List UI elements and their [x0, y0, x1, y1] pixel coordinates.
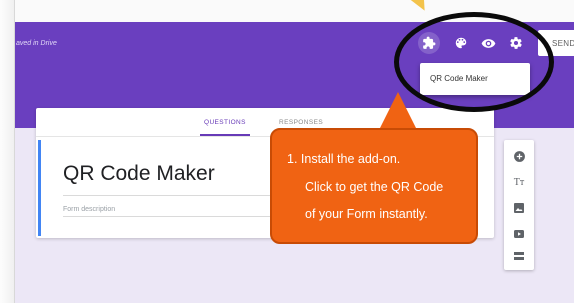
saved-status: aved in Drive: [16, 40, 57, 47]
tab-questions[interactable]: QUESTIONS: [204, 119, 246, 126]
addon-menu: QR Code Maker: [420, 63, 530, 95]
send-button[interactable]: SEND: [538, 30, 574, 56]
palette-icon[interactable]: [450, 32, 472, 54]
menu-item-qr-code-maker[interactable]: QR Code Maker: [430, 74, 488, 83]
title-text-label: Tт: [513, 176, 525, 188]
screenshot: aved in Drive SEND QUESTIONS RESPONSES Q…: [0, 0, 574, 303]
description-underline: [63, 216, 283, 217]
active-tab-indicator: [200, 134, 250, 136]
image-icon[interactable]: [511, 200, 527, 216]
side-toolbar: Tт: [504, 140, 534, 270]
page-edge: [0, 0, 15, 303]
callout-line-1: 1. Install the add-on.: [287, 152, 401, 166]
top-strip: [14, 0, 574, 22]
addon-puzzle-icon[interactable]: [418, 32, 440, 54]
callout-line-3: of your Form instantly.: [305, 207, 428, 221]
add-circle-icon[interactable]: [511, 148, 527, 164]
section-icon[interactable]: [511, 248, 527, 264]
tab-responses[interactable]: RESPONSES: [279, 119, 323, 126]
gear-icon[interactable]: [505, 32, 527, 54]
form-title[interactable]: QR Code Maker: [63, 162, 215, 186]
callout-tail: [378, 92, 418, 132]
eye-icon[interactable]: [477, 32, 499, 54]
title-text-icon[interactable]: Tт: [511, 174, 527, 190]
callout-line-2: Click to get the QR Code: [305, 180, 444, 194]
video-icon[interactable]: [511, 226, 527, 242]
title-underline: [63, 195, 283, 196]
form-description-field[interactable]: Form description: [63, 206, 115, 213]
